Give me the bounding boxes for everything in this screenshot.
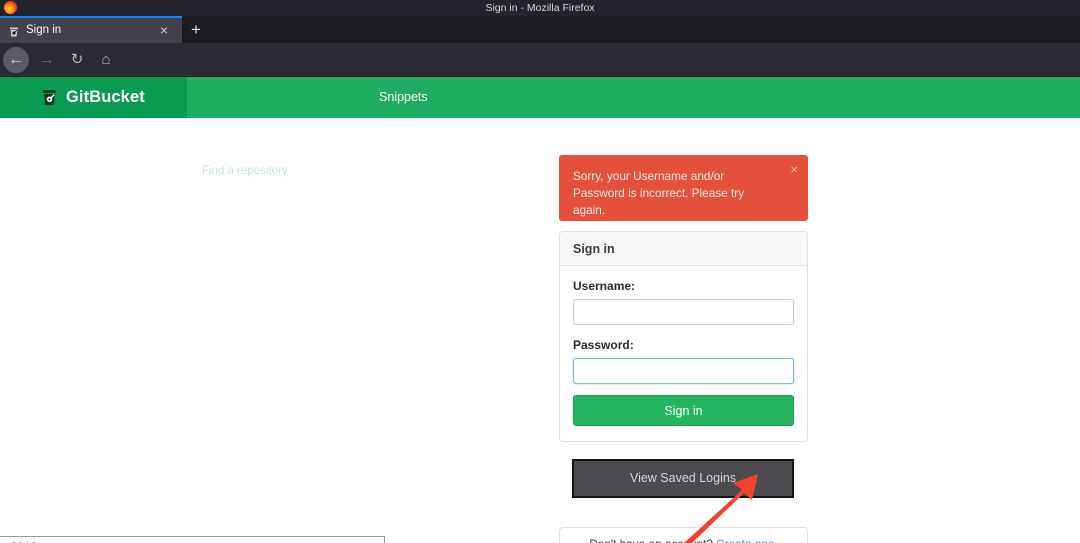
search-input[interactable] bbox=[194, 158, 357, 183]
tooltip-line-1: er 2012 bbox=[0, 539, 378, 543]
window-titlebar: Sign in - Mozilla Firefox bbox=[0, 0, 1080, 16]
new-tab-button[interactable]: + bbox=[186, 20, 206, 40]
signin-form: Username: Password: Sign in bbox=[560, 266, 807, 441]
forward-icon[interactable]: → bbox=[36, 49, 58, 71]
close-icon[interactable]: × bbox=[790, 163, 798, 177]
username-label: Username: bbox=[573, 279, 636, 293]
signin-panel: Sign in Username: Password: Sign in bbox=[559, 231, 808, 442]
error-alert: Sorry, your Username and/or Password is … bbox=[559, 155, 808, 221]
create-account-prompt: Don't have an account? bbox=[589, 537, 713, 543]
tab-signin[interactable]: Sign in × bbox=[0, 16, 182, 43]
file-path-tooltip: er 2012 TT&CK红队七WHOAMI Penetration\Windo… bbox=[0, 536, 385, 543]
tab-title: Sign in bbox=[26, 24, 62, 36]
create-account-panel: Don't have an account? Create one. bbox=[559, 527, 808, 543]
bucket-logo-icon bbox=[40, 88, 59, 107]
error-alert-message: Sorry, your Username and/or Password is … bbox=[573, 169, 745, 217]
gitbucket-favicon-icon bbox=[8, 25, 20, 37]
brand-label: GitBucket bbox=[66, 88, 145, 106]
firefox-logo-icon bbox=[4, 1, 17, 14]
back-icon[interactable]: ← bbox=[3, 47, 29, 73]
view-saved-logins-item[interactable]: View Saved Logins bbox=[572, 459, 794, 498]
password-label: Password: bbox=[573, 338, 634, 352]
gitbucket-header: GitBucket Snippets bbox=[0, 77, 1080, 118]
create-account-link[interactable]: Create one. bbox=[716, 537, 778, 543]
password-input[interactable] bbox=[573, 358, 794, 384]
screen: Sign in - Mozilla Firefox Sign in × + ← … bbox=[0, 0, 1080, 543]
field-spacer bbox=[573, 325, 794, 338]
signin-panel-title: Sign in bbox=[560, 232, 807, 266]
username-input[interactable] bbox=[573, 299, 794, 325]
tab-strip: Sign in × + bbox=[0, 16, 1080, 43]
navigation-toolbar: ← → ↻ ⌂ bbox=[0, 43, 1080, 116]
nav-item-snippets[interactable]: Snippets bbox=[379, 88, 428, 106]
home-icon[interactable]: ⌂ bbox=[95, 49, 117, 71]
reload-icon[interactable]: ↻ bbox=[66, 49, 88, 71]
page-viewport: GitBucket Snippets Sorry, your Username … bbox=[0, 77, 1080, 543]
signin-submit-button[interactable]: Sign in bbox=[573, 395, 794, 426]
gitbucket-brand[interactable]: GitBucket bbox=[40, 87, 145, 107]
window-title: Sign in - Mozilla Firefox bbox=[485, 2, 595, 14]
close-icon[interactable]: × bbox=[156, 22, 172, 38]
